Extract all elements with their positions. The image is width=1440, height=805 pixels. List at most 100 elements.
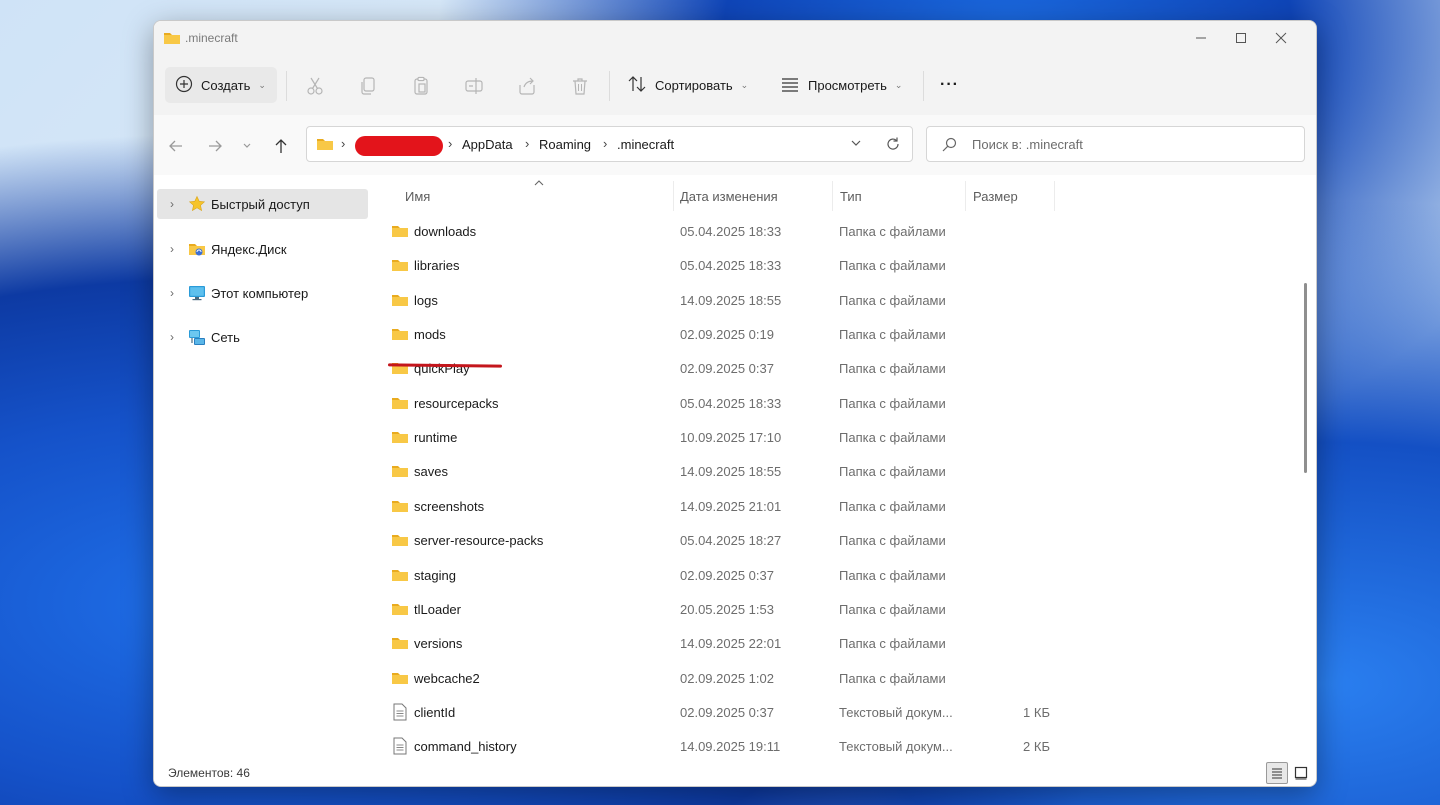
- folder-row[interactable]: screenshots 14.09.2025 21:01 Папка с файла…: [386, 490, 1066, 524]
- column-header-name[interactable]: Имя: [405, 181, 670, 211]
- up-button[interactable]: [269, 135, 293, 157]
- column-divider[interactable]: [1054, 181, 1055, 211]
- file-row[interactable]: clientId 02.09.2025 0:37 Текстовый докум..…: [386, 696, 1066, 730]
- create-label: Создать: [201, 77, 251, 93]
- folder-row[interactable]: libraries 05.04.2025 18:33 Папка с файлами: [386, 249, 1066, 283]
- refresh-icon: [887, 137, 899, 150]
- date-modified: 05.04.2025 18:33: [680, 224, 782, 239]
- folder-icon: [391, 532, 409, 551]
- file-name: webcache2: [414, 670, 480, 686]
- date-modified: 20.05.2025 1:53: [680, 601, 774, 617]
- folder-row[interactable]: quickPlay 02.09.2025 0:37 Папка с файлами: [386, 352, 1066, 386]
- folder-row[interactable]: runtime 10.09.2025 17:10 Папка с файлами: [386, 421, 1066, 455]
- sidebar-item-this-pc[interactable]: › Этот компьютер: [157, 278, 368, 308]
- item-count: Элементов: 46: [168, 766, 250, 780]
- folder-row[interactable]: resourcepacks 05.04.2025 18:33 Папка с фай…: [386, 387, 1066, 421]
- search-box[interactable]: Поиск в: .minecraft: [926, 126, 1305, 162]
- folder-row[interactable]: saves 14.09.2025 18:55 Папка с файлами: [386, 455, 1066, 489]
- folder-row[interactable]: downloads 05.04.2025 18:33 Папка с файлами: [386, 215, 1066, 249]
- sidebar-item-network[interactable]: › Сеть: [157, 322, 368, 352]
- sort-button[interactable]: Сортировать ⌄: [627, 67, 748, 103]
- chevron-right-icon[interactable]: ›: [161, 330, 183, 344]
- cut-icon[interactable]: [303, 74, 327, 98]
- date-modified: 14.09.2025 19:11: [680, 739, 781, 755]
- folder-row[interactable]: server-resource-packs 05.04.2025 18:27 Пап…: [386, 524, 1066, 558]
- folder-row[interactable]: tlLoader 20.05.2025 1:53 Папка с файлами: [386, 593, 1066, 627]
- column-divider[interactable]: [673, 181, 674, 211]
- more-options-button[interactable]: ···: [940, 67, 959, 103]
- address-bar[interactable]: › › AppData › Roaming › .minecraft: [306, 126, 913, 162]
- chevron-right-icon[interactable]: ›: [161, 286, 183, 300]
- file-type: Папка с файлами: [839, 498, 946, 514]
- chevron-right-icon[interactable]: ›: [161, 242, 183, 256]
- arrow-right-icon: [209, 140, 222, 152]
- chevron-down-icon: [243, 143, 251, 148]
- file-list: Имя Дата изменения Тип Размер downloads 0…: [372, 175, 1316, 760]
- breadcrumb-minecraft[interactable]: .minecraft: [617, 137, 674, 152]
- copy-icon[interactable]: [356, 74, 380, 98]
- date-modified: 14.09.2025 22:01: [680, 636, 782, 652]
- star-icon: [187, 195, 207, 213]
- view-button[interactable]: Просмотреть ⌄: [780, 67, 902, 103]
- sort-label: Сортировать: [655, 77, 733, 93]
- chevron-down-icon: [851, 140, 861, 146]
- share-icon[interactable]: [515, 74, 539, 98]
- view-label: Просмотреть: [808, 77, 887, 93]
- breadcrumb-separator: ›: [448, 136, 453, 151]
- window-title: .minecraft: [185, 31, 238, 45]
- breadcrumb-roaming[interactable]: Roaming: [539, 137, 591, 152]
- folder-icon: [391, 223, 409, 242]
- folder-row[interactable]: mods 02.09.2025 0:19 Папка с файлами: [386, 318, 1066, 352]
- column-header-size[interactable]: Размер: [973, 181, 1053, 211]
- chevron-right-icon[interactable]: ›: [161, 197, 183, 211]
- file-row[interactable]: command_history 14.09.2025 19:11 Текстовый…: [386, 730, 1066, 760]
- sidebar-item-yandex-disk[interactable]: › Яндекс.Диск: [157, 234, 368, 264]
- folder-row[interactable]: versions 14.09.2025 22:01 Папка с файлами: [386, 627, 1066, 661]
- folder-row[interactable]: logs 14.09.2025 18:55 Папка с файлами: [386, 284, 1066, 318]
- file-name: server-resource-packs: [414, 533, 544, 549]
- file-name: mods: [414, 327, 446, 343]
- paste-icon[interactable]: [409, 74, 433, 98]
- file-name: libraries: [414, 258, 460, 274]
- column-divider[interactable]: [832, 181, 833, 211]
- file-type: Папка с файлами: [839, 670, 946, 686]
- column-header-name-label: Имя: [405, 188, 431, 204]
- date-modified: 02.09.2025 0:37: [680, 704, 774, 720]
- file-name: downloads: [414, 224, 477, 239]
- file-name: command_history: [414, 739, 517, 755]
- view-list-icon: [780, 74, 800, 97]
- close-button[interactable]: [1258, 23, 1304, 53]
- date-modified: 05.04.2025 18:33: [680, 258, 782, 274]
- address-dropdown-button[interactable]: [850, 137, 862, 152]
- file-name: saves: [414, 464, 448, 480]
- folder-icon: [391, 395, 409, 414]
- toolbar-divider: [286, 71, 287, 101]
- file-type: Папка с файлами: [839, 567, 946, 583]
- back-button[interactable]: [164, 135, 188, 157]
- refresh-button[interactable]: [885, 136, 901, 155]
- breadcrumb-appdata[interactable]: AppData: [462, 137, 513, 152]
- folder-row[interactable]: webcache2 02.09.2025 1:02 Папка с файлами: [386, 662, 1066, 696]
- vertical-scrollbar[interactable]: [1304, 283, 1307, 473]
- sidebar-item-quick-access[interactable]: › Быстрый доступ: [157, 189, 368, 219]
- file-type: Папка с файлами: [839, 258, 946, 274]
- create-button[interactable]: Создать ⌄: [165, 67, 277, 103]
- column-divider[interactable]: [965, 181, 966, 211]
- folder-icon: [391, 257, 409, 276]
- details-view-button[interactable]: [1266, 762, 1288, 784]
- command-bar: Создать ⌄ Сортировать ⌄ Просмотреть ⌄ ··…: [154, 57, 1316, 116]
- yandex-disk-icon: [187, 240, 207, 258]
- forward-button[interactable]: [203, 135, 227, 157]
- folder-row[interactable]: staging 02.09.2025 0:37 Папка с файлами: [386, 559, 1066, 593]
- delete-icon[interactable]: [568, 74, 592, 98]
- toolbar-divider: [609, 71, 610, 101]
- large-icons-view-button[interactable]: [1290, 762, 1312, 784]
- file-type: Папка с файлами: [839, 430, 946, 446]
- sidebar-item-label: Сеть: [211, 329, 240, 345]
- date-modified: 14.09.2025 18:55: [680, 464, 782, 480]
- column-header-date[interactable]: Дата изменения: [680, 181, 830, 211]
- rename-icon[interactable]: [462, 74, 486, 98]
- column-header-type[interactable]: Тип: [840, 181, 960, 211]
- recent-locations-button[interactable]: [236, 135, 258, 157]
- search-input[interactable]: Поиск в: .minecraft: [972, 137, 1083, 152]
